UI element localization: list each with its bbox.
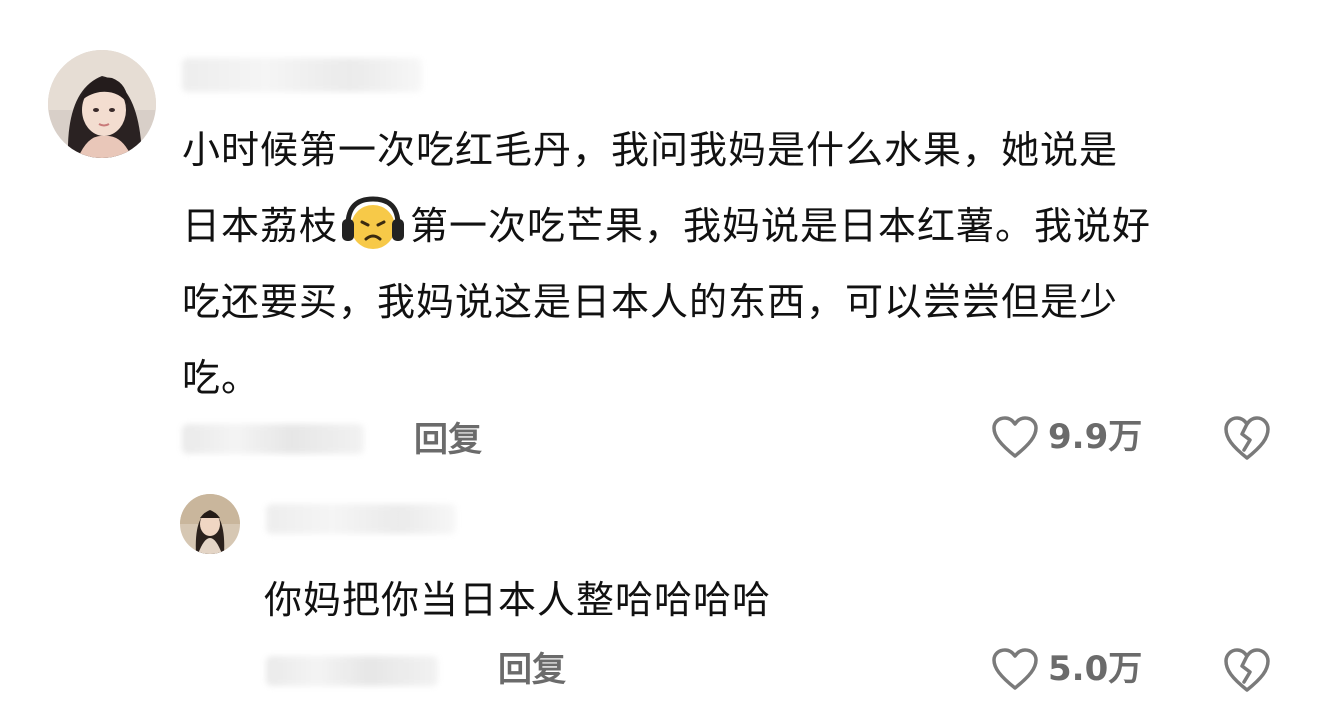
comment-line-2b: 第一次吃芒果，我妈说是日本红薯。我说好 [410,204,1152,248]
reply-reply-button[interactable]: 回复 [498,650,566,690]
commenter-avatar[interactable] [48,50,156,158]
headphones-face-emoji-icon [340,195,406,251]
comment-text: 小时候第一次吃红毛丹，我问我妈是什么水果，她说是 日本荔枝 第一次吃芒果，我妈说… [182,112,1292,416]
broken-heart-icon[interactable] [1222,646,1272,694]
like-count: 9.9万 [1048,417,1143,457]
comment-line-4: 吃。 [182,356,261,400]
comment-timestamp [182,424,364,454]
comment-thread: 小时候第一次吃红毛丹，我问我妈是什么水果，她说是 日本荔枝 第一次吃芒果，我妈说… [0,0,1320,720]
heart-icon [990,646,1040,692]
reply-commenter-name[interactable] [266,504,456,534]
reply-button[interactable]: 回复 [414,420,482,460]
reply-like-button[interactable]: 5.0万 [990,646,1142,692]
heart-icon [990,414,1040,460]
reply-like-count: 5.0万 [1048,649,1143,689]
reply-timestamp [266,656,438,686]
reply-text: 你妈把你当日本人整哈哈哈哈 [264,578,772,622]
comment-line-2a: 日本荔枝 [182,204,339,248]
reply-avatar[interactable] [180,494,240,554]
commenter-name[interactable] [182,58,422,92]
comment-line-1: 小时候第一次吃红毛丹，我问我妈是什么水果，她说是 [182,128,1119,172]
broken-heart-icon[interactable] [1222,414,1272,462]
like-button[interactable]: 9.9万 [990,414,1142,460]
comment-line-3: 吃还要买，我妈说这是日本人的东西，可以尝尝但是少 [182,280,1119,324]
